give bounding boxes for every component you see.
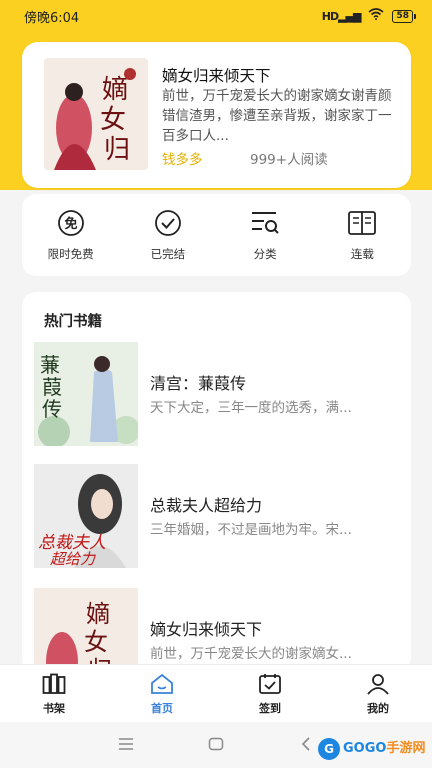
book-item[interactable]: 嫡 女 归 嫡女归来倾天下 前世，万千宠爱长大的谢家嫡女... [34,588,404,672]
book-title[interactable]: 总裁夫人超给力 [150,492,262,516]
nav-profile[interactable]: 我的 [338,671,418,716]
book-title[interactable]: 嫡女归来倾天下 [150,616,262,640]
home-icon [149,671,175,697]
svg-text:归: 归 [104,135,130,165]
watermark-text: GOGO手游网 [343,741,426,756]
signal-label: HD [321,9,339,23]
category-free[interactable]: 免 限时免费 [26,208,116,262]
checkin-icon [257,671,283,697]
nav-label: 首页 [151,702,173,715]
wifi-icon [368,8,384,24]
book-description: 前世，万千宠爱长大的谢家嫡女... [150,646,352,662]
check-circle-icon [153,208,183,238]
signal-icon: HD▂▄▆ [321,9,362,23]
book-description: 天下大定，三年一度的选秀，满... [150,400,352,416]
category-serial[interactable]: 连载 [317,208,407,262]
svg-text:传: 传 [42,397,62,421]
book-item[interactable]: 蒹 葭 传 清宫：蒹葭传 天下大定，三年一度的选秀，满... [34,342,404,448]
book-title[interactable]: 清宫：蒹葭传 [150,370,246,394]
banner-description: 前世，万千宠爱长大的谢家嫡女谢青颜错信渣男，惨遭至亲背叛，谢家家丁一百多口人..… [162,88,392,144]
banner-readers: 999+人阅读 [250,152,328,168]
home-button-icon[interactable] [208,736,224,755]
watermark-logo: G GOGO手游网 [318,734,430,764]
menu-icon[interactable] [118,736,134,755]
banner-book-cover[interactable]: 嫡 女 归 [44,58,148,170]
back-icon[interactable] [300,736,312,755]
hot-books-title: 热门书籍 [44,314,102,330]
battery-level: 58 [392,9,413,23]
category-label: 已完结 [150,247,186,261]
book-cover[interactable]: 嫡 女 归 [34,588,138,672]
category-label: 分类 [253,247,277,261]
category-label: 限时免费 [47,247,94,261]
svg-text:蒹: 蒹 [40,353,60,377]
banner-cover-text: 嫡 [102,75,128,105]
category-bar: 免 限时免费 已完结 分类 连载 [22,194,411,276]
bookshelf-icon [41,671,67,697]
nav-home[interactable]: 首页 [122,671,202,716]
nav-checkin[interactable]: 签到 [230,671,310,716]
svg-text:女: 女 [84,628,108,656]
banner-author: 钱多多 [162,152,203,168]
svg-text:嫡: 嫡 [86,600,110,628]
book-cover[interactable]: 蒹 葭 传 [34,342,138,446]
book-item[interactable]: 总裁夫人 超给力 总裁夫人超给力 三年婚姻，不过是画地为牢。宋... [34,464,404,570]
category-completed[interactable]: 已完结 [123,208,213,262]
category-icon [250,208,280,238]
book-open-icon [347,208,377,238]
status-icons: HD▂▄▆ 58 [322,8,416,24]
bottom-nav: 书架 首页 签到 我的 [0,664,432,722]
svg-text:女: 女 [100,105,126,135]
profile-icon [365,671,391,697]
category-classify[interactable]: 分类 [220,208,310,262]
book-description: 三年婚姻，不过是画地为牢。宋... [150,522,352,538]
status-bar: 傍晚6:04 HD▂▄▆ 58 [0,0,432,32]
featured-banner[interactable]: 嫡 女 归 嫡女归来倾天下 前世，万千宠爱长大的谢家嫡女谢青颜错信渣男，惨遭至亲… [22,42,411,222]
svg-text:超给力: 超给力 [50,550,96,568]
battery-icon: 58 [392,9,416,23]
free-icon: 免 [56,208,86,238]
book-cover[interactable]: 总裁夫人 超给力 [34,464,138,568]
watermark-icon: G [318,738,340,760]
svg-text:免: 免 [64,216,77,232]
category-label: 连载 [350,247,374,261]
nav-label: 书架 [43,702,65,715]
nav-label: 签到 [259,702,281,715]
nav-bookshelf[interactable]: 书架 [14,671,94,716]
nav-label: 我的 [367,702,389,715]
hot-books-section: 热门书籍 蒹 葭 传 清宫：蒹葭传 天下大定，三年一度的选秀，满... 总裁夫人… [22,292,411,672]
banner-title[interactable]: 嫡女归来倾天下 [162,64,271,86]
svg-text:葭: 葭 [42,375,62,399]
status-time: 傍晚6:04 [24,10,80,26]
